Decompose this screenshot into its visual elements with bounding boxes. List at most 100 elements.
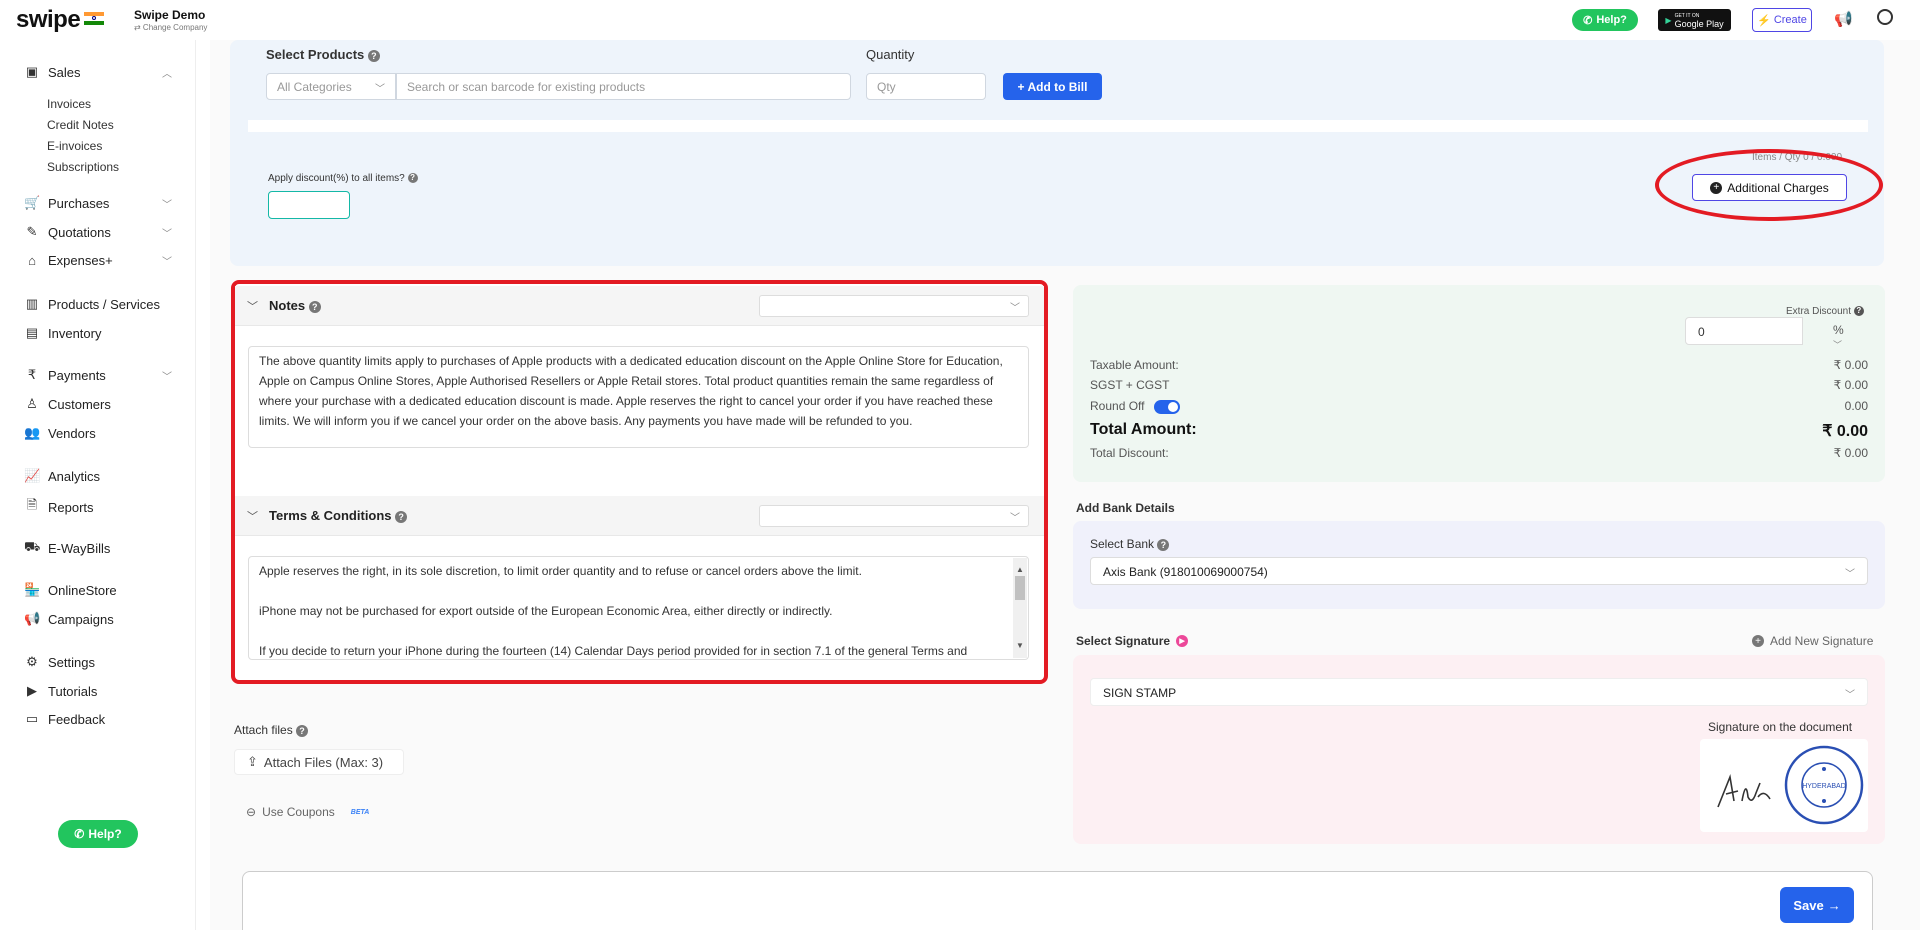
sidebar-item-campaigns[interactable]: 📢 Campaigns	[24, 611, 114, 627]
use-coupons-link[interactable]: ⊖ Use Coupons BETA	[246, 805, 369, 819]
megaphone-icon[interactable]: 📢	[1834, 10, 1853, 28]
rupee-icon: ₹	[27, 367, 37, 382]
sidebar-item-label: Reports	[48, 499, 94, 515]
sidebar-item-label: E-WayBills	[48, 540, 111, 556]
whatsapp-icon: ✆	[74, 827, 85, 841]
sidebar-item-einvoices[interactable]: E-invoices	[47, 139, 102, 153]
sidebar-item-label: Customers	[48, 396, 111, 412]
sidebar-item-payments[interactable]: ₹ Payments ﹀	[24, 367, 172, 383]
sidebar-item-label: Quotations	[48, 224, 111, 240]
extra-discount-input[interactable]: 0	[1685, 317, 1803, 345]
bank-select[interactable]: Axis Bank (918010069000754) ﹀	[1090, 557, 1868, 585]
user-icon: ♙	[26, 396, 38, 411]
google-play-button[interactable]: ▶ GET IT ON Google Play	[1658, 9, 1731, 31]
youtube-icon: ▶	[27, 683, 37, 698]
sidebar-item-reports[interactable]: 🗎 Reports	[24, 496, 94, 518]
help-label: Help?	[1596, 14, 1627, 26]
lightning-icon: ⚡	[1757, 14, 1771, 27]
company-switcher[interactable]: Swipe Demo ⇄ Change Company	[134, 8, 207, 32]
quantity-input[interactable]: Qty	[866, 73, 986, 100]
sidebar-item-label: Settings	[48, 654, 95, 670]
scroll-down-icon[interactable]: ▼	[1016, 636, 1024, 656]
attach-files-button[interactable]: ⇪ Attach Files (Max: 3)	[234, 749, 404, 775]
sidebar-item-label: Campaigns	[48, 611, 114, 627]
sidebar-item-label: Purchases	[48, 195, 110, 211]
sidebar-item-products[interactable]: ▥ Products / Services	[24, 296, 160, 312]
help-button-sidebar[interactable]: ✆ Help?	[58, 820, 138, 848]
terms-header[interactable]: ﹀ Terms & Conditions ? ﹀	[235, 496, 1044, 536]
change-company-link[interactable]: ⇄ Change Company	[134, 23, 207, 32]
help-circle-icon[interactable]: ?	[407, 173, 418, 184]
beta-badge: BETA	[350, 808, 370, 816]
category-select[interactable]: All Categories ﹀	[266, 73, 396, 100]
notes-textarea[interactable]: The above quantity limits apply to purch…	[248, 346, 1029, 448]
sidebar-item-quotations[interactable]: ✎ Quotations ﹀	[24, 224, 172, 240]
chevron-down-icon: ﹀	[247, 301, 258, 313]
round-off-row: Round Off 0.00	[1090, 399, 1868, 414]
sidebar-item-vendors[interactable]: 👥 Vendors	[24, 425, 96, 441]
help-circle-icon[interactable]: ?	[308, 300, 321, 313]
sidebar-item-inventory[interactable]: ▤ Inventory	[24, 325, 102, 341]
sidebar: ▣ Sales ︿ Invoices Credit Notes E-invoic…	[0, 40, 196, 930]
terms-scrollbar[interactable]: ▲ ▼	[1013, 558, 1027, 658]
sidebar-item-label: Expenses+	[48, 253, 113, 268]
play-video-icon[interactable]: ▶	[1176, 635, 1189, 647]
sidebar-item-credit-notes[interactable]: Credit Notes	[47, 118, 114, 132]
chevron-down-icon: ﹀	[162, 371, 172, 383]
create-label: Create	[1773, 14, 1807, 26]
sidebar-item-analytics[interactable]: 📈 Analytics	[24, 468, 100, 484]
help-circle-icon[interactable]: ?	[296, 724, 309, 737]
help-circle-icon[interactable]: ?	[367, 49, 380, 62]
highlight-ellipse	[1655, 149, 1883, 221]
sidebar-item-label: Tutorials	[48, 683, 98, 699]
quantity-label: Quantity	[866, 47, 915, 62]
sidebar-item-invoices[interactable]: Invoices	[47, 97, 91, 111]
select-products-label: Select Products ?	[266, 47, 380, 62]
swipe-logo[interactable]: swipe	[16, 6, 81, 34]
create-button[interactable]: ⚡ Create	[1752, 8, 1812, 32]
help-circle-icon[interactable]: ?	[1853, 306, 1864, 317]
sidebar-item-tutorials[interactable]: ▶ Tutorials	[24, 683, 97, 699]
cart-icon: 🛒	[24, 195, 41, 210]
add-new-signature-link[interactable]: + Add New Signature	[1752, 634, 1873, 648]
signature-select[interactable]: SIGN STAMP ﹀	[1090, 678, 1868, 706]
chevron-down-icon: ﹀	[162, 199, 172, 211]
report-icon: 🗎	[26, 497, 38, 512]
sidebar-item-sales[interactable]: ▣ Sales ︿	[24, 64, 172, 80]
notes-header[interactable]: ﹀ Notes ? ﹀	[235, 286, 1044, 326]
chevron-down-icon: ﹀	[162, 228, 172, 240]
user-avatar-icon[interactable]	[1877, 9, 1893, 25]
chevron-up-icon: ︿	[162, 68, 172, 80]
sidebar-item-feedback[interactable]: ▭ Feedback	[24, 711, 105, 727]
sidebar-item-onlinestore[interactable]: 🏪 OnlineStore	[24, 582, 117, 598]
chevron-down-icon: ﹀	[1010, 513, 1020, 524]
sidebar-item-label: Sales	[48, 64, 81, 80]
discount-all-input[interactable]	[268, 191, 350, 219]
india-flag-icon	[84, 12, 104, 25]
sidebar-item-label: Inventory	[48, 325, 102, 341]
sidebar-item-expenses[interactable]: ⌂ Expenses+ ﹀	[24, 253, 172, 268]
notes-template-select[interactable]: ﹀	[759, 295, 1029, 317]
top-bar: swipe Swipe Demo ⇄ Change Company ✆ Help…	[0, 0, 1920, 40]
help-circle-icon[interactable]: ?	[395, 510, 408, 523]
extra-discount-unit-select[interactable]: % ﹀	[1803, 317, 1869, 350]
sidebar-item-purchases[interactable]: 🛒 Purchases ﹀	[24, 195, 172, 211]
help-circle-icon[interactable]: ?	[1157, 538, 1170, 551]
sidebar-item-subscriptions[interactable]: Subscriptions	[47, 160, 119, 174]
sidebar-item-label: Products / Services	[48, 296, 160, 312]
sidebar-item-settings[interactable]: ⚙ Settings	[24, 654, 95, 670]
scrollbar-thumb[interactable]	[1015, 576, 1025, 600]
help-label: Help?	[88, 827, 122, 841]
product-search-input[interactable]: Search or scan barcode for existing prod…	[396, 73, 851, 100]
add-to-bill-button[interactable]: + Add to Bill	[1003, 73, 1102, 100]
company-name: Swipe Demo	[134, 8, 206, 22]
sidebar-item-ewaybills[interactable]: ⛟ E-WayBills	[24, 539, 110, 557]
help-button-top[interactable]: ✆ Help?	[1572, 9, 1638, 31]
sidebar-item-customers[interactable]: ♙ Customers	[24, 396, 111, 412]
save-button[interactable]: Save →	[1780, 887, 1854, 923]
terms-textarea[interactable]: Apple reserves the right, in its sole di…	[248, 556, 1029, 660]
select-signature-label: Select Signature ▶	[1076, 634, 1189, 648]
round-off-toggle[interactable]	[1153, 399, 1180, 414]
terms-template-select[interactable]: ﹀	[759, 505, 1029, 527]
terms-title: Terms & Conditions ?	[269, 508, 408, 523]
